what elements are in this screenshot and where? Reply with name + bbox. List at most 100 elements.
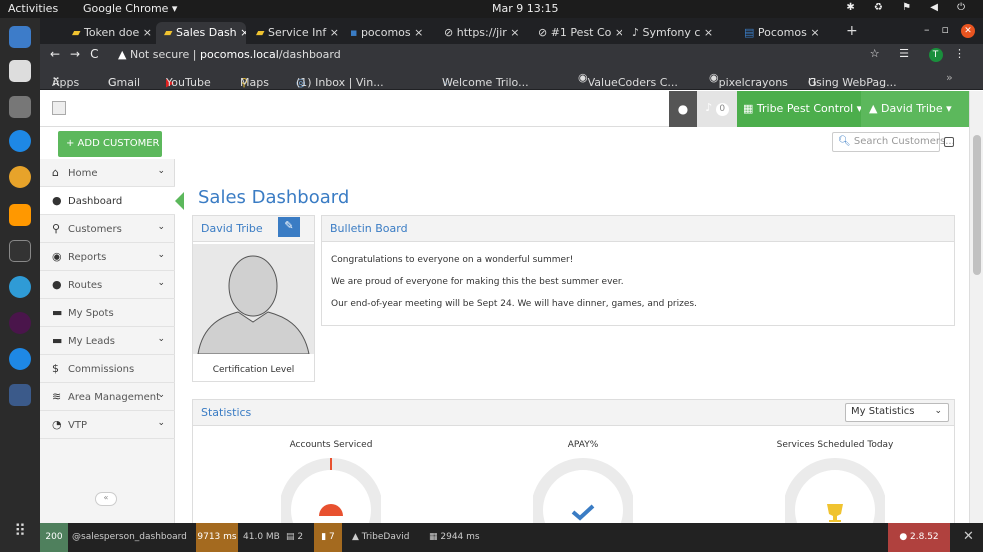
sidebar-item-vtp[interactable]: ◔ VTP ⌄ xyxy=(40,411,175,439)
symfony-debug-toolbar: 200 @salesperson_dashboard 9713 ms 41.0 … xyxy=(40,523,983,552)
nav-buttons[interactable]: ←→C xyxy=(50,47,109,61)
symfony-version[interactable]: ● 2.8.52 xyxy=(888,523,950,552)
speedometer-icon xyxy=(319,504,343,516)
tab[interactable]: ⊘ #1 Pest Co × xyxy=(530,22,622,44)
app-menu[interactable]: Google Chrome ▾ xyxy=(83,2,177,15)
url-field[interactable]: ▲ Not secure | pocomos.local/dashboard xyxy=(118,48,341,61)
logo-image[interactable] xyxy=(52,101,66,115)
close-toolbar-button[interactable]: ✕ xyxy=(954,523,983,552)
status-code[interactable]: 200 xyxy=(40,523,68,552)
sidebar-item-my-spots[interactable]: ▬ My Spots xyxy=(40,299,175,327)
stat-gauge: 0 xyxy=(785,458,885,523)
chevron-down-icon: ⌄ xyxy=(157,390,165,400)
sidebar: ⌂ Home ⌄ ● Dashboard ⚲ Customers ⌄ ◉ Reports ⌄ … xyxy=(40,159,184,523)
app-header: ● ♪ 0 ▦ Tribe Pest Control ▾ ▲ David Tri… xyxy=(40,91,983,127)
sidebar-item-commissions[interactable]: $ Commissions xyxy=(40,355,175,383)
tab[interactable]: ▰ Service Inf × xyxy=(248,22,340,44)
text-editor-icon[interactable] xyxy=(9,60,31,82)
tab[interactable]: ▤ Pocomos × xyxy=(736,22,844,44)
bulletin-title: Bulletin Board xyxy=(322,216,954,242)
memory-usage[interactable]: 41.0 MB xyxy=(243,523,280,552)
page-title: Sales Dashboard xyxy=(198,187,350,208)
tab[interactable]: ▰ Token doe × xyxy=(64,22,154,44)
home-icon: ⌂ xyxy=(52,166,59,179)
chevron-down-icon: ⌄ xyxy=(157,418,165,428)
search-customers-input[interactable]: 🔍︎ Search Customers... xyxy=(832,132,955,152)
statistics-select[interactable]: My Statistics ⌄ xyxy=(845,403,949,422)
symfony-icon: ● xyxy=(899,532,911,542)
slack-icon[interactable] xyxy=(9,312,31,334)
route-name[interactable]: @salesperson_dashboard xyxy=(72,523,187,552)
database-icon: ▦ xyxy=(429,532,441,542)
sublime-text-icon[interactable] xyxy=(9,204,31,226)
search-icon: 🔍︎ xyxy=(838,136,854,147)
map-marker-icon: ● xyxy=(52,278,62,291)
car-icon: ▬ xyxy=(52,334,63,347)
app-icon[interactable] xyxy=(9,384,31,406)
stat-services-scheduled-today: Services Scheduled Today 0 xyxy=(745,440,925,523)
bookmarks-bar: ⠿ Apps G Gmail ▶ YouTube ⚲ Maps ◎ (1) In… xyxy=(40,66,983,90)
network-app-icon[interactable] xyxy=(9,276,31,298)
sidebar-item-my-leads[interactable]: ▬ My Leads ⌄ xyxy=(40,327,175,355)
skype-icon-2[interactable] xyxy=(9,348,31,370)
forms-count[interactable]: ▤ 2 xyxy=(286,523,303,552)
files-icon[interactable] xyxy=(9,96,31,118)
company-dropdown[interactable]: ▦ Tribe Pest Control ▾ xyxy=(737,91,862,127)
chrome-icon[interactable] xyxy=(9,166,31,188)
sidebar-item-home[interactable]: ⌂ Home ⌄ xyxy=(40,159,175,187)
bookmark-item[interactable]: ◉ ValueCoders C... xyxy=(578,71,678,89)
notifications-button[interactable]: ♪ 0 xyxy=(697,91,737,127)
add-customer-button[interactable]: + ADD CUSTOMER xyxy=(58,131,162,157)
skype-icon[interactable] xyxy=(9,130,31,152)
security-user[interactable]: ▲ TribeDavid xyxy=(352,523,409,552)
dock-app-icon[interactable] xyxy=(9,26,31,48)
clock-icon: ◔ xyxy=(52,418,62,431)
scrollbar-thumb[interactable] xyxy=(973,135,981,275)
tab[interactable]: ♪ Symfony c × xyxy=(624,22,734,44)
profile-avatar[interactable]: T xyxy=(928,48,943,62)
new-tab-button[interactable]: + xyxy=(846,23,858,39)
db-time[interactable]: ▦ 2944 ms xyxy=(429,523,480,552)
stat-label: Services Scheduled Today xyxy=(776,440,894,450)
system-tray-icons[interactable]: ✱ ♻ ⚑ ◀ ⏻ xyxy=(846,2,973,13)
sidebar-item-dashboard[interactable]: ● Dashboard xyxy=(40,187,184,215)
logs-count[interactable]: ▮ 7 xyxy=(314,523,342,552)
chevron-down-icon: ⌄ xyxy=(157,166,165,176)
clock[interactable]: Mar 9 13:15 xyxy=(492,2,558,15)
activities-button[interactable]: Activities xyxy=(8,2,58,15)
user-icon: ● xyxy=(52,194,62,207)
grid-icon: ▦ xyxy=(743,102,757,115)
chat-icon[interactable]: ● xyxy=(669,91,697,127)
notification-count: 0 xyxy=(715,103,729,116)
search-icon: ⚲ xyxy=(52,222,61,235)
collapse-sidebar-button[interactable]: « xyxy=(95,492,117,506)
stat-gauge: 1 xyxy=(281,458,381,523)
tab[interactable]: ▪ pocomos × xyxy=(342,22,434,44)
window-controls[interactable]: –▫ ✕ xyxy=(924,23,975,38)
page-scrollbar[interactable] xyxy=(969,91,983,523)
bookmark-item[interactable]: ◉ pixelcrayons xyxy=(709,71,788,89)
chevron-down-icon: ⌄ xyxy=(157,278,165,288)
tab-strip: ▰ Token doe × ▰ Sales Dash × ▰ Service I… xyxy=(40,18,983,44)
main-content: Sales Dashboard David Tribe ✎ Certificat… xyxy=(181,159,983,523)
dock: ⠿ xyxy=(0,18,40,552)
tab-active[interactable]: ▰ Sales Dash × xyxy=(156,22,246,44)
close-window-icon[interactable]: ✕ xyxy=(961,24,975,38)
os-top-bar: Activities Google Chrome ▾ Mar 9 13:15 ✱… xyxy=(0,0,983,18)
edit-icon: ✎ xyxy=(284,219,294,232)
stat-accounts-serviced: Accounts Serviced 1 xyxy=(241,440,421,523)
sidebar-item-reports[interactable]: ◉ Reports ⌄ xyxy=(40,243,175,271)
user-dropdown[interactable]: ▲ David Tribe ▾ xyxy=(861,91,983,127)
show-apps-icon[interactable]: ⠿ xyxy=(9,521,31,543)
sidebar-item-area-management[interactable]: ≋ Area Management ⌄ xyxy=(40,383,175,411)
tab[interactable]: ⊘ https://jir × xyxy=(436,22,528,44)
edit-profile-button[interactable]: ✎ xyxy=(278,217,300,237)
toolbar-right[interactable]: ☆ ☰ T ⋮ xyxy=(870,47,973,62)
search-checkbox[interactable] xyxy=(944,137,954,147)
terminal-icon[interactable] xyxy=(9,240,31,262)
sidebar-item-routes[interactable]: ● Routes ⌄ xyxy=(40,271,175,299)
request-time[interactable]: 9713 ms xyxy=(196,523,238,552)
forms-icon: ▤ xyxy=(286,532,298,542)
more-bookmarks-icon[interactable]: » xyxy=(946,71,953,84)
sidebar-item-customers[interactable]: ⚲ Customers ⌄ xyxy=(40,215,175,243)
